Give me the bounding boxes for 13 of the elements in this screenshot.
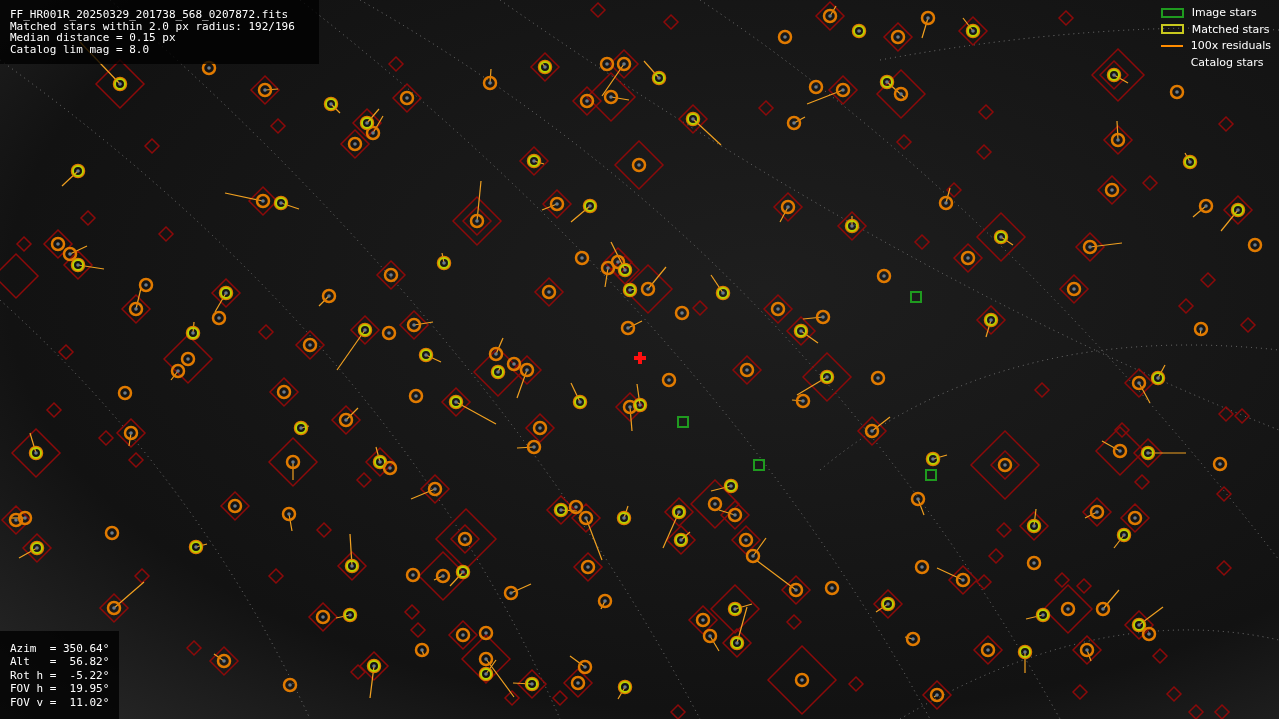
legend-label: Image stars — [1191, 6, 1257, 20]
pointing-text: FOV v = 11.02° — [10, 695, 110, 709]
info-text: Catalog lim mag = 8.0 — [10, 43, 151, 55]
info-text: FF_HR001R_20250329_201738_568_0207872.fits — [10, 9, 290, 21]
pointing-text: Azim = 350.64° — [10, 641, 110, 655]
info-text: Median distance = 0.15 px — [10, 32, 176, 44]
pointing-text: FOV h = 19.95° — [10, 682, 110, 696]
legend-label: Matched stars — [1191, 22, 1270, 36]
pointing-text: Rot h = -5.22° — [10, 668, 110, 682]
info-text: Matched stars within 2.0 px radius: 192/196 — [10, 20, 296, 32]
legend-label: Catalog stars — [1190, 55, 1264, 69]
pointing-text: Alt = 56.82° — [10, 655, 110, 669]
legend-label: 100x residuals — [1190, 39, 1271, 53]
